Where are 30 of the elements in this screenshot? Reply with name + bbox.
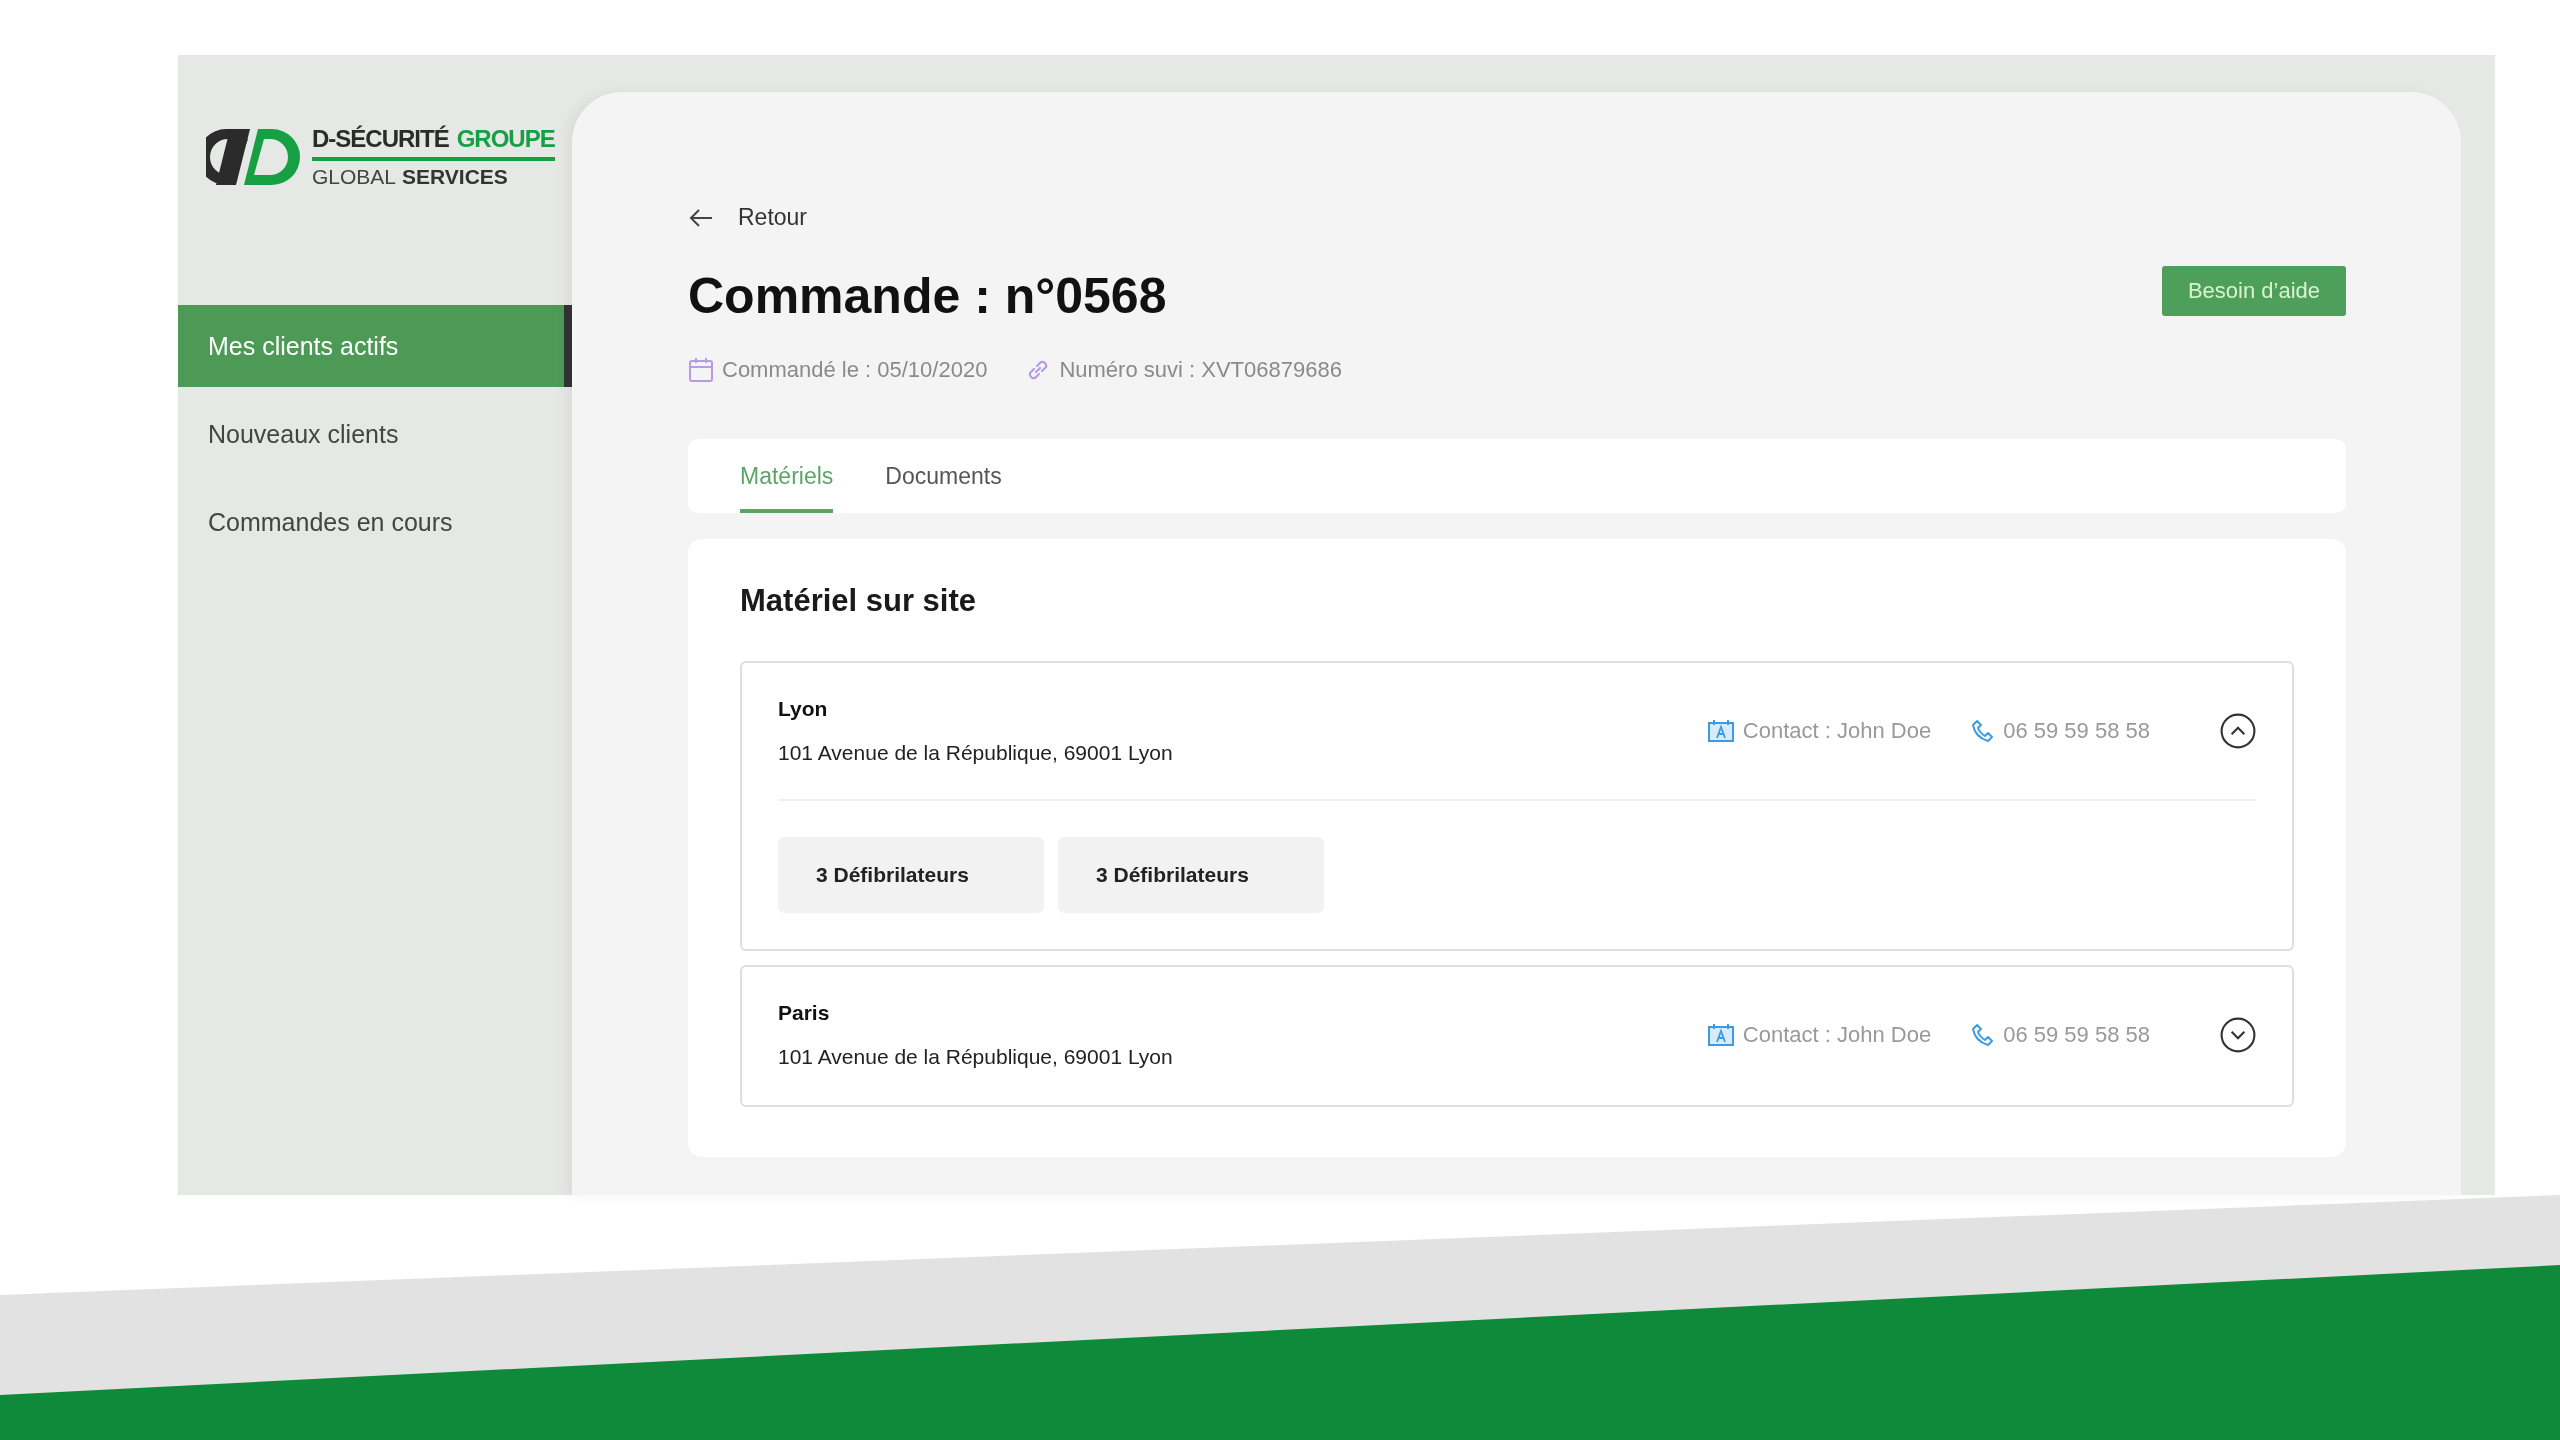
phone-number: 06 59 59 58 58 [2003, 718, 2150, 744]
site-address: 101 Avenue de la République, 69001 Lyon [778, 1045, 1173, 1069]
brand-tagline: GLOBAL [312, 165, 397, 189]
order-date: Commandé le : 05/10/2020 [722, 357, 988, 383]
sidebar-item[interactable]: Nouveaux clients [178, 393, 572, 475]
tab[interactable]: Documents [885, 439, 1002, 513]
calendar-icon [688, 357, 714, 383]
sidebar-item[interactable]: Commandes en cours [178, 481, 572, 563]
tracking-number: Numéro suvi : XVT06879686 [1059, 357, 1342, 383]
brand-name: D-SÉCURITÉ [312, 125, 449, 153]
expand-icon[interactable] [2220, 1017, 2256, 1053]
equipment-chip: 3 Défibrilateurs [1058, 837, 1324, 913]
site-address: 101 Avenue de la République, 69001 Lyon [778, 741, 1173, 765]
contact-name: Contact : John Doe [1742, 718, 1932, 744]
brand-tagline-bold: SERVICES [402, 165, 508, 189]
back-arrow-icon [688, 207, 714, 228]
phone-icon [1971, 1023, 1996, 1047]
brand-accent: GROUPE [456, 125, 555, 153]
site-name: Lyon [778, 697, 829, 721]
phone-number: 06 59 59 58 58 [2003, 1022, 2150, 1048]
site-name: Paris [778, 1001, 831, 1025]
contact-card-icon [1706, 719, 1735, 743]
phone-icon [1971, 719, 1996, 743]
page-title: Commande : n°0568 [688, 267, 1167, 325]
contact-name: Contact : John Doe [1742, 1022, 1932, 1048]
collapse-icon[interactable] [2220, 713, 2256, 749]
contact-card-icon [1706, 1023, 1735, 1047]
back-link[interactable]: Retour [688, 204, 808, 231]
equipment-chip: 3 Défibrilateurs [778, 837, 1044, 913]
section-title: Matériel sur site [740, 583, 978, 619]
